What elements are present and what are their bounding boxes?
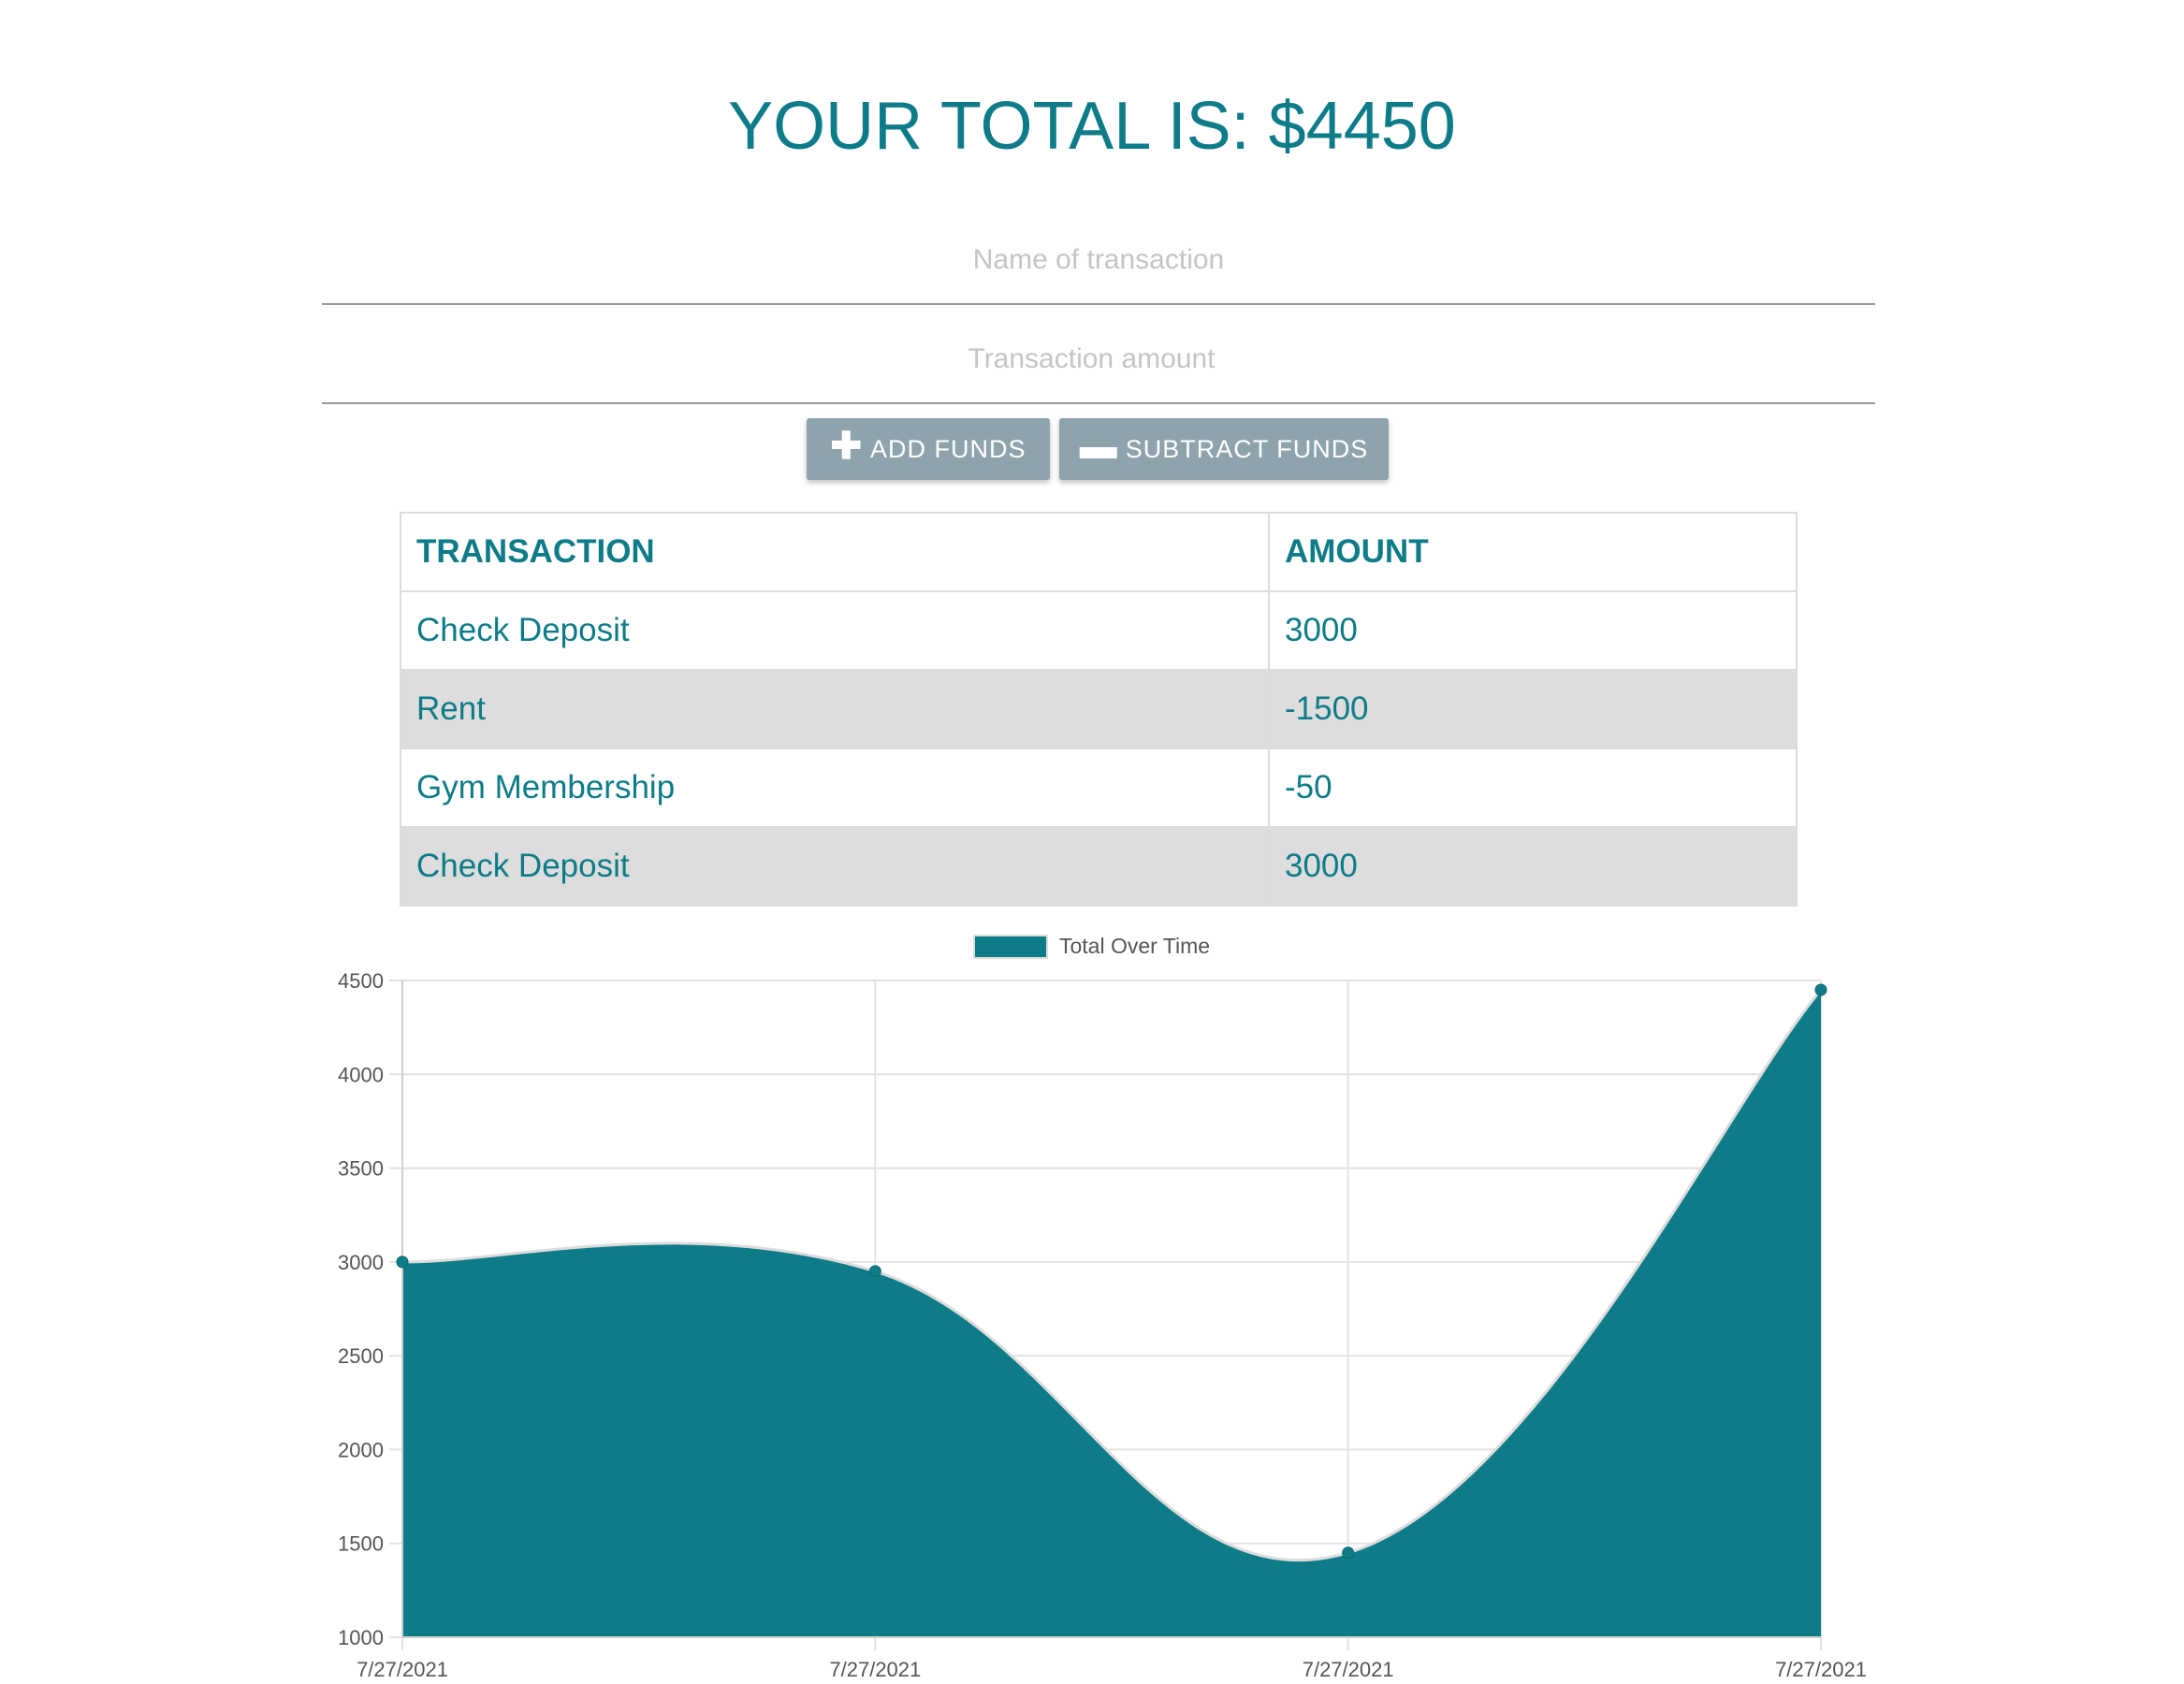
y-tick-label: 2500 xyxy=(338,1344,384,1368)
y-tick-label: 1500 xyxy=(338,1532,384,1556)
data-point xyxy=(396,1256,409,1269)
y-tick-label: 1000 xyxy=(338,1626,384,1649)
data-point xyxy=(1342,1546,1355,1560)
series-area xyxy=(402,990,1821,1637)
y-tick-label: 3000 xyxy=(338,1251,384,1274)
x-tick-label: 7/27/2021 xyxy=(1303,1658,1394,1681)
y-tick-label: 4000 xyxy=(338,1063,384,1086)
x-tick-label: 7/27/2021 xyxy=(357,1658,448,1681)
data-point xyxy=(868,1265,881,1278)
x-tick-label: 7/27/2021 xyxy=(829,1658,921,1681)
y-tick-label: 4500 xyxy=(338,969,384,993)
data-point xyxy=(1814,983,1827,996)
y-tick-label: 3500 xyxy=(338,1157,384,1181)
x-tick-label: 7/27/2021 xyxy=(1775,1658,1867,1681)
y-tick-label: 2000 xyxy=(338,1438,384,1461)
total-over-time-chart: 1000 1500 2000 2500 3000 3500 4000 4500 7/27/202… xyxy=(338,969,1867,1681)
